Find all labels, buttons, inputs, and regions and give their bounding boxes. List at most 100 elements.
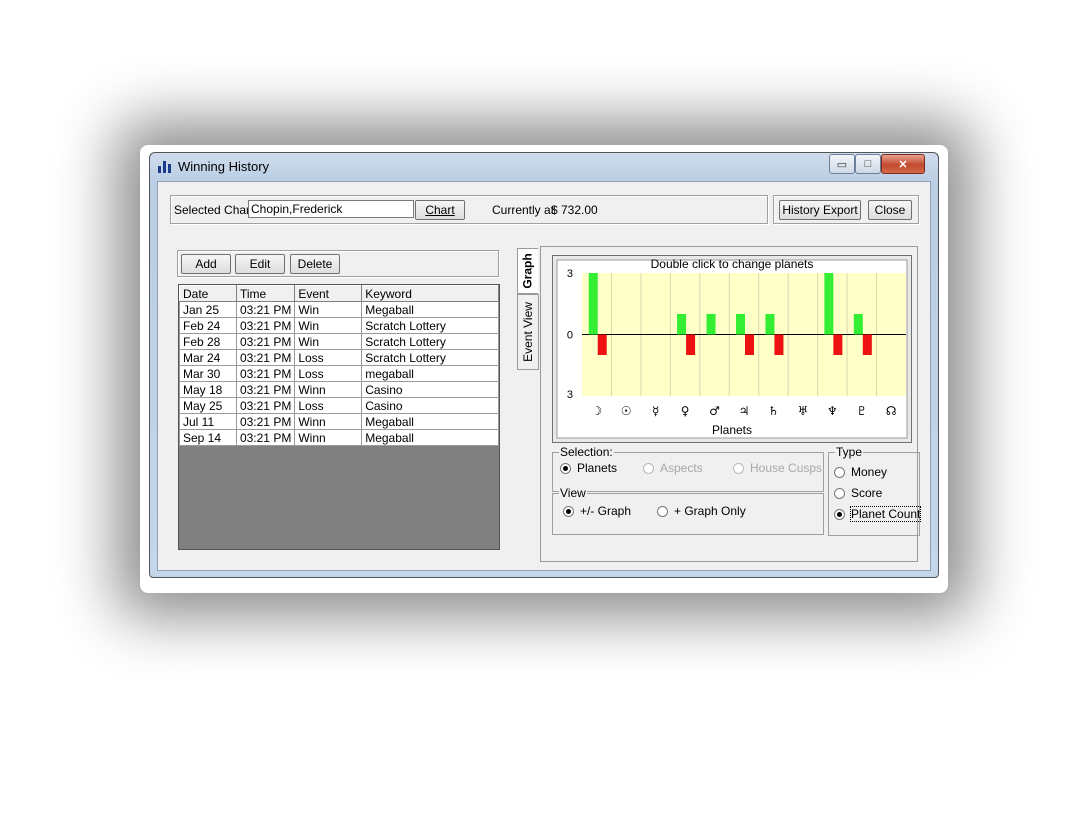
- positive-bar: [765, 314, 775, 335]
- positive-bar: [824, 273, 834, 335]
- add-button[interactable]: Add: [181, 254, 231, 274]
- positive-bar: [706, 314, 716, 335]
- table-cell: Scratch Lottery: [361, 333, 499, 350]
- table-cell: Megaball: [361, 413, 499, 430]
- positive-bar: [588, 273, 598, 335]
- table-row[interactable]: Mar 24 03:21 PM Loss Scratch Lottery: [179, 349, 499, 366]
- radio-label: + Graph Only: [674, 504, 746, 518]
- table-cell: 03:21 PM: [235, 413, 296, 430]
- negative-bar: [774, 334, 784, 355]
- planet-glyph-label: ♄: [768, 404, 779, 418]
- type-group: Type Money Score Planet Count: [828, 445, 922, 536]
- planet-bar-chart: Double click to change planets 3 0 3 ☽ ☉ ☿ ♀ ♂ ♃ ♄…: [556, 257, 908, 439]
- close-button[interactable]: Close: [868, 200, 912, 220]
- table-cell: Jan 25: [179, 301, 237, 318]
- table-cell: Casino: [361, 397, 499, 414]
- positive-bar: [677, 314, 687, 335]
- planet-glyph-label: ☽: [591, 404, 602, 418]
- table-row[interactable]: Sep 14 03:21 PM Winn Megaball: [179, 429, 499, 446]
- table-cell: Winn: [294, 381, 363, 398]
- radio-planets[interactable]: Planets: [560, 461, 617, 475]
- table-cell: 03:21 PM: [235, 317, 296, 334]
- window-title: Winning History: [178, 159, 270, 174]
- table-row[interactable]: May 25 03:21 PM Loss Casino: [179, 397, 499, 414]
- radio-score[interactable]: Score: [834, 486, 882, 500]
- table-cell: Jul 11: [179, 413, 237, 430]
- tab-graph-label: Graph: [521, 253, 535, 289]
- radio-graph-only[interactable]: + Graph Only: [657, 504, 746, 518]
- column-header-event[interactable]: Event: [294, 285, 363, 302]
- title-bar[interactable]: Winning History ▭ □ ✕: [150, 153, 938, 181]
- radio-graph[interactable]: +/- Graph: [563, 504, 631, 518]
- y-tick-label: 3: [567, 389, 573, 401]
- planet-graph[interactable]: Double click to change planets 3 0 3 ☽ ☉ ☿ ♀ ♂ ♃ ♄…: [552, 255, 912, 443]
- table-cell: May 25: [179, 397, 237, 414]
- table-cell: 03:21 PM: [235, 397, 296, 414]
- table-cell: 03:21 PM: [235, 333, 296, 350]
- table-cell: Win: [294, 301, 363, 318]
- tab-event-view[interactable]: Event View: [517, 294, 539, 370]
- close-icon: ✕: [898, 158, 908, 171]
- negative-bar: [862, 334, 872, 355]
- currently-at-value: $ 732.00: [551, 203, 598, 217]
- table-cell: Loss: [294, 397, 363, 414]
- table-row[interactable]: Mar 30 03:21 PM Loss megaball: [179, 365, 499, 382]
- selected-chart-label: Selected Chart: [174, 203, 254, 217]
- client-area: Selected Chart Chopin,Frederick Chart Cu…: [157, 181, 931, 571]
- table-row[interactable]: Jan 25 03:21 PM Win Megaball: [179, 301, 499, 318]
- tab-graph[interactable]: Graph: [517, 248, 538, 294]
- planet-glyph-label: ♆: [827, 404, 838, 418]
- table-cell: Win: [294, 333, 363, 350]
- table-cell: 03:21 PM: [235, 365, 296, 382]
- event-list[interactable]: Date Time Event Keyword Jan 25 03:21 PM Win Me…: [178, 284, 500, 550]
- chart-button[interactable]: Chart: [415, 200, 465, 220]
- history-export-button[interactable]: History Export: [779, 200, 861, 220]
- radio-planet-count[interactable]: Planet Count: [834, 506, 922, 522]
- maximize-button[interactable]: □: [855, 154, 881, 174]
- delete-button[interactable]: Delete: [290, 254, 340, 274]
- table-row[interactable]: Jul 11 03:21 PM Winn Megaball: [179, 413, 499, 430]
- positive-bar: [853, 314, 863, 335]
- planet-glyph-label: ♀: [681, 404, 690, 418]
- radio-indicator: [560, 462, 571, 474]
- radio-label: Money: [851, 465, 888, 479]
- radio-aspects[interactable]: Aspects: [643, 461, 703, 475]
- table-row[interactable]: Feb 28 03:21 PM Win Scratch Lottery: [179, 333, 499, 350]
- table-body: Jan 25 03:21 PM Win Megaball Feb 24 03:21 PM W…: [179, 301, 499, 446]
- table-cell: 03:21 PM: [235, 301, 296, 318]
- selected-chart-field[interactable]: Chopin,Frederick: [248, 200, 414, 218]
- negative-bar: [745, 334, 754, 355]
- radio-indicator: [834, 466, 845, 478]
- column-header-time[interactable]: Time: [235, 285, 296, 302]
- negative-bar: [833, 334, 843, 355]
- table-cell: Sep 14: [179, 429, 237, 446]
- y-tick-label: 3: [567, 268, 573, 280]
- table-row[interactable]: Feb 24 03:21 PM Win Scratch Lottery: [179, 317, 499, 334]
- minimize-icon: ▭: [836, 158, 848, 171]
- planet-glyph-label: ♅: [798, 404, 809, 418]
- tab-event-view-label: Event View: [521, 302, 535, 362]
- negative-bar: [597, 334, 607, 355]
- table-cell: Feb 28: [179, 333, 237, 350]
- radio-money[interactable]: Money: [834, 465, 887, 479]
- maximize-icon: □: [864, 158, 872, 170]
- currently-at-label: Currently at: [492, 203, 555, 217]
- table-cell: Loss: [294, 365, 363, 382]
- type-legend: Type: [835, 445, 864, 459]
- positive-bar: [736, 314, 745, 335]
- column-header-date[interactable]: Date: [179, 285, 237, 302]
- edit-button[interactable]: Edit: [235, 254, 285, 274]
- radio-house-cusps[interactable]: House Cusps: [733, 461, 822, 475]
- column-header-keyword[interactable]: Keyword: [361, 285, 499, 302]
- graph-tab-panel: Double click to change planets 3 0 3 ☽ ☉ ☿ ♀ ♂ ♃ ♄…: [540, 246, 922, 562]
- radio-indicator: [834, 508, 845, 520]
- selection-group: Selection: Planets Aspects House Cusps: [552, 445, 824, 492]
- radio-indicator: [643, 462, 654, 474]
- radio-label: Score: [851, 486, 883, 500]
- close-window-button[interactable]: ✕: [881, 154, 925, 174]
- table-row[interactable]: May 18 03:21 PM Winn Casino: [179, 381, 499, 398]
- radio-label: House Cusps: [750, 461, 823, 475]
- table-cell: Winn: [294, 413, 363, 430]
- minimize-button[interactable]: ▭: [829, 154, 855, 174]
- planet-glyph-label: ☿: [652, 404, 659, 418]
